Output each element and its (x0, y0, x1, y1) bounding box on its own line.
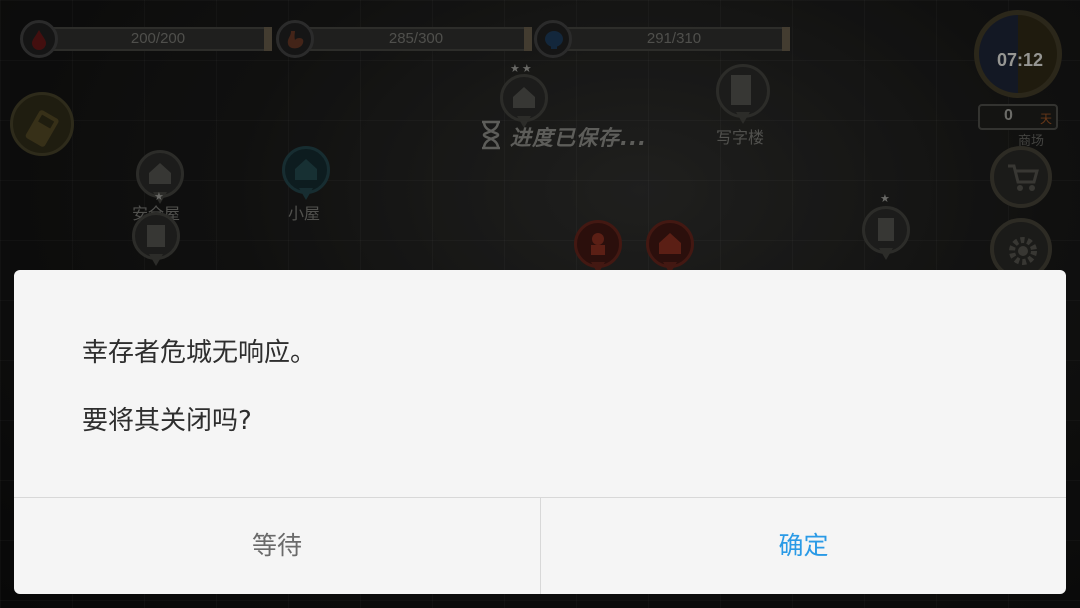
anr-dialog: 幸存者危城无响应。 要将其关闭吗? 等待 确定 (14, 270, 1066, 594)
dialog-message: 幸存者危城无响应。 (82, 338, 317, 368)
dialog-question: 要将其关闭吗? (82, 406, 252, 436)
confirm-button[interactable]: 确定 (541, 498, 1066, 594)
wait-button[interactable]: 等待 (14, 498, 540, 594)
